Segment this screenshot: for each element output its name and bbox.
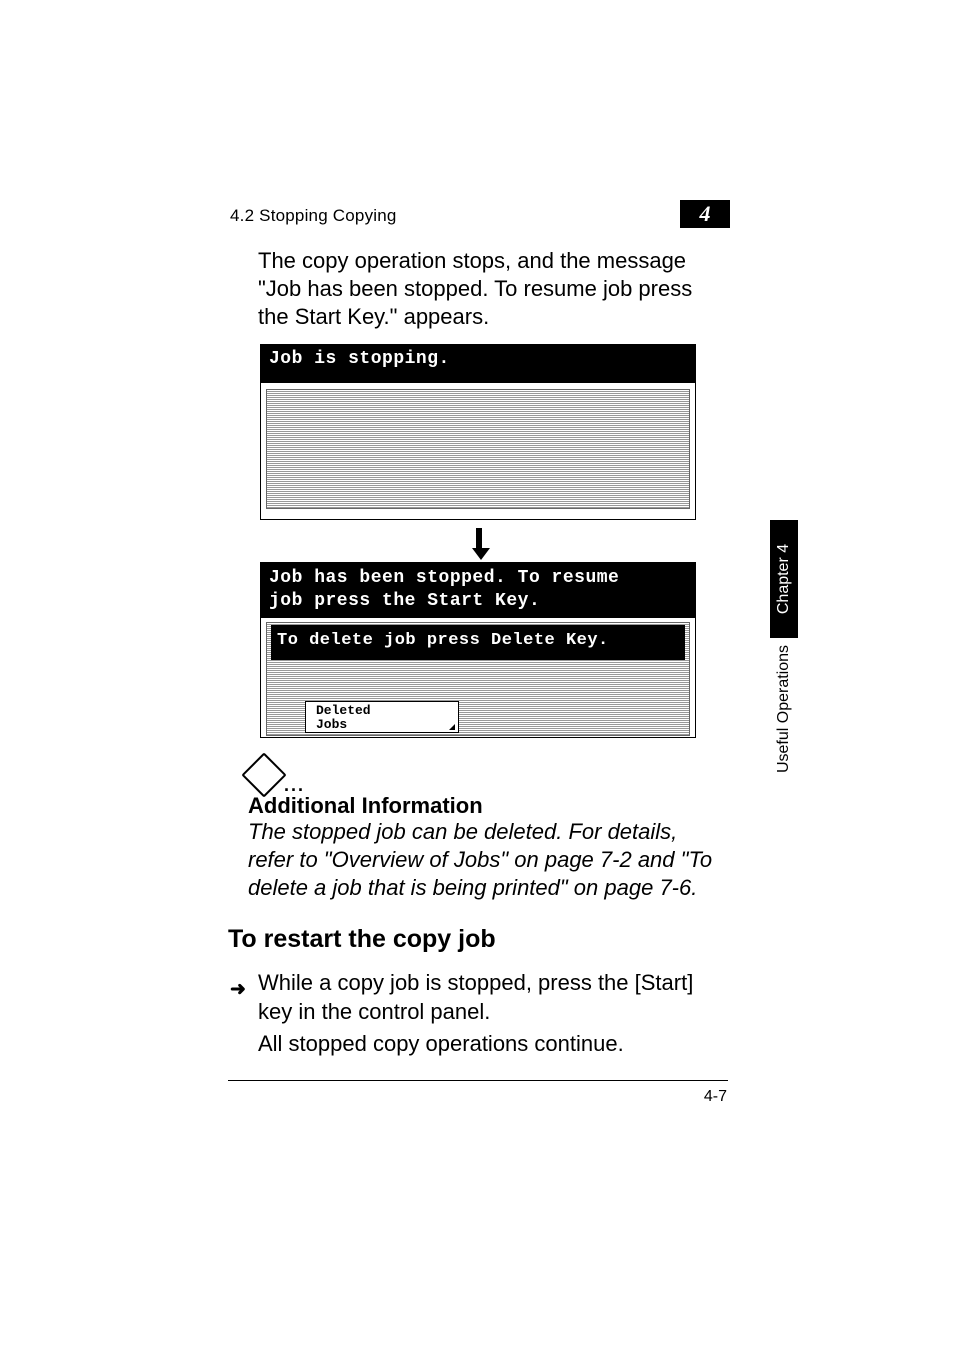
device-screen-body-dimmed: To delete job press Delete Key. Deleted … bbox=[266, 622, 690, 736]
deleted-jobs-button[interactable]: Deleted Jobs bbox=[305, 701, 459, 733]
button-label-line-1: Deleted bbox=[316, 703, 371, 718]
side-tab-section-label: Useful Operations bbox=[775, 645, 793, 773]
step-line-1: While a copy job is stopped, press the [… bbox=[258, 968, 730, 1026]
header-chapter-number: 4 bbox=[680, 200, 730, 228]
side-tab-chapter: Chapter 4 bbox=[770, 520, 798, 638]
body-paragraph: The copy operation stops, and the messag… bbox=[258, 247, 728, 331]
device-screen-title: Job has been stopped. To resume job pres… bbox=[261, 563, 695, 618]
device-screen-title: Job is stopping. bbox=[261, 345, 695, 383]
side-tab-chapter-label: Chapter 4 bbox=[775, 544, 793, 614]
step-line-2: All stopped copy operations continue. bbox=[258, 1029, 730, 1058]
note-body: The stopped job can be deleted. For deta… bbox=[248, 818, 728, 902]
button-label-line-2: Jobs bbox=[316, 717, 347, 732]
down-arrow-icon bbox=[472, 528, 486, 558]
footer-rule bbox=[228, 1080, 728, 1081]
device-screenshot-stopping: Job is stopping. bbox=[260, 344, 696, 520]
side-tab-section: Useful Operations bbox=[770, 640, 798, 740]
step-arrow-icon: ➜ bbox=[230, 978, 246, 1001]
note-icon bbox=[241, 752, 286, 797]
note-heading: Additional Information bbox=[248, 793, 483, 819]
footer-page-number: 4-7 bbox=[704, 1088, 727, 1106]
device-screen-body-dimmed bbox=[266, 389, 690, 509]
device-screenshot-stopped: Job has been stopped. To resume job pres… bbox=[260, 562, 696, 738]
header-section-label: 4.2 Stopping Copying bbox=[230, 206, 397, 226]
device-screen-inner-message: To delete job press Delete Key. bbox=[271, 625, 685, 660]
title-line-2: job press the Start Key. bbox=[269, 591, 540, 611]
title-line-1: Job has been stopped. To resume bbox=[269, 568, 619, 588]
section-heading-restart: To restart the copy job bbox=[228, 925, 496, 954]
